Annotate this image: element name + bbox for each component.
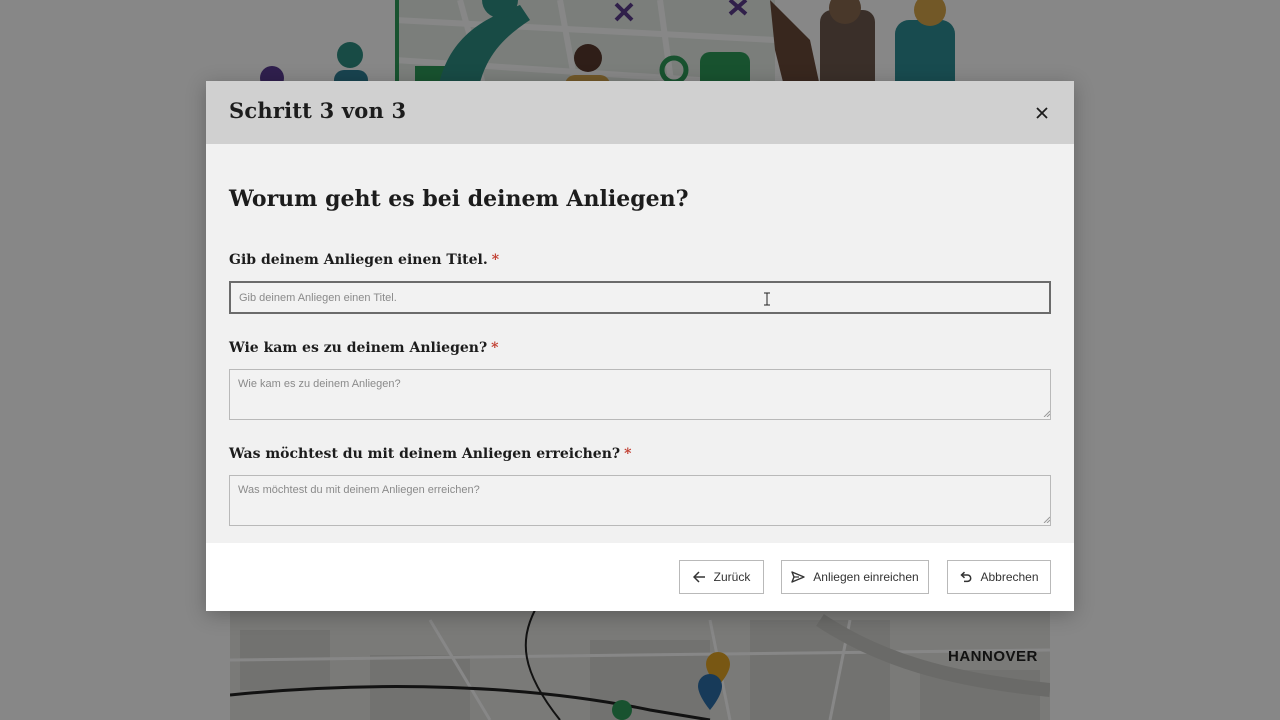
cancel-button-label: Abbrechen [980, 570, 1039, 584]
title-input[interactable] [229, 281, 1051, 314]
undo-icon [960, 571, 972, 583]
reason-field-label: Wie kam es zu deinem Anliegen? * [229, 340, 498, 356]
reason-textarea[interactable] [229, 369, 1051, 420]
submission-dialog: Schritt 3 von 3 Worum geht es bei deinem… [206, 81, 1074, 611]
dialog-footer: Zurück Anliegen einreichen Abbrechen [206, 543, 1074, 611]
send-icon [791, 571, 805, 583]
close-button[interactable] [1029, 102, 1055, 124]
resize-grip-icon[interactable] [1043, 516, 1050, 523]
title-field-label: Gib deinem Anliegen einen Titel. * [229, 252, 499, 268]
dialog-header: Schritt 3 von 3 [206, 81, 1074, 144]
close-icon [1036, 107, 1048, 119]
dialog-body: Worum geht es bei deinem Anliegen? Gib d… [206, 144, 1074, 543]
goal-field-label: Was möchtest du mit deinem Anliegen erre… [229, 446, 631, 462]
text-cursor-icon [764, 292, 770, 306]
required-marker: * [624, 446, 632, 462]
dialog-title: Schritt 3 von 3 [229, 98, 407, 123]
back-button[interactable]: Zurück [679, 560, 764, 594]
resize-grip-icon[interactable] [1043, 410, 1050, 417]
submit-button-label: Anliegen einreichen [813, 570, 919, 584]
arrow-left-icon [692, 571, 705, 583]
title-field-label-text: Gib deinem Anliegen einen Titel. [229, 252, 488, 268]
goal-field-label-text: Was möchtest du mit deinem Anliegen erre… [229, 446, 621, 462]
required-marker: * [491, 340, 499, 356]
goal-textarea[interactable] [229, 475, 1051, 526]
submit-button[interactable]: Anliegen einreichen [781, 560, 929, 594]
reason-field-label-text: Wie kam es zu deinem Anliegen? [229, 340, 488, 356]
cancel-button[interactable]: Abbrechen [947, 560, 1051, 594]
back-button-label: Zurück [713, 570, 751, 584]
required-marker: * [491, 252, 500, 268]
form-heading: Worum geht es bei deinem Anliegen? [229, 186, 689, 212]
